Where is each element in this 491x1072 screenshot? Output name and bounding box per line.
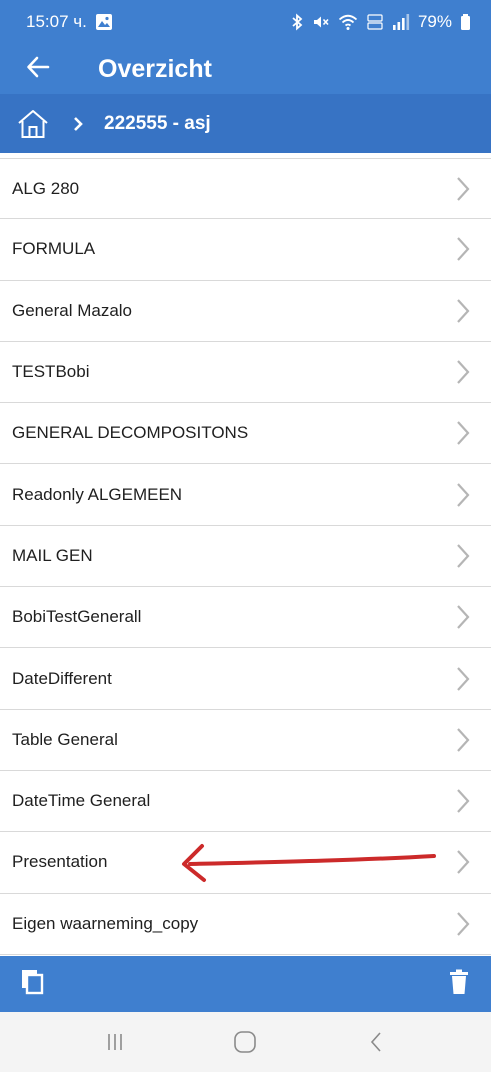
top-header: 15:07 ч. 79% Overzicht: [0, 0, 491, 94]
list-item-label: DateTime General: [12, 791, 151, 811]
breadcrumb-current[interactable]: 222555 - asj: [104, 113, 211, 135]
chevron-right-icon: [453, 174, 473, 204]
list-item-label: General Mazalo: [12, 300, 133, 320]
list-item[interactable]: GENERAL DECOMPOSITONS: [0, 403, 491, 465]
wifi-icon: [338, 13, 358, 31]
list-item-label: Table General: [12, 729, 118, 749]
back-nav-icon[interactable]: [346, 1022, 406, 1062]
breadcrumb: 222555 - asj: [0, 94, 491, 153]
list-item[interactable]: Readonly ALGEMEEN: [0, 464, 491, 526]
chevron-right-icon: [453, 234, 473, 264]
list-item[interactable]: TESTBobi: [0, 342, 491, 404]
arrow-left-icon: [26, 56, 50, 83]
chevron-right-icon: [453, 664, 473, 694]
trash-icon[interactable]: [449, 969, 469, 1000]
recent-apps-icon[interactable]: [85, 1022, 145, 1062]
home-nav-icon[interactable]: [215, 1022, 275, 1062]
app-bar: Overzicht: [0, 44, 491, 94]
list-item-label: GENERAL DECOMPOSITONS: [12, 423, 249, 443]
list-item-label: TESTBobi: [12, 362, 90, 382]
battery-icon: [460, 13, 471, 31]
status-left: 15:07 ч.: [26, 12, 113, 32]
chevron-right-icon: [453, 786, 473, 816]
list-item-label: MAIL GEN: [12, 545, 93, 565]
bottom-action-bar: [0, 956, 491, 1012]
chevron-right-icon: [453, 725, 473, 755]
list-item[interactable]: DateDifferent: [0, 648, 491, 710]
status-right: 79%: [290, 12, 471, 32]
list-item-label: DateDifferent: [12, 668, 112, 688]
chevron-right-icon: [72, 116, 86, 132]
status-bar: 15:07 ч. 79%: [0, 0, 491, 44]
list-item[interactable]: MAIL GEN: [0, 526, 491, 588]
list-item-label: Presentation: [12, 852, 108, 872]
bluetooth-icon: [290, 13, 304, 31]
back-button[interactable]: [0, 44, 76, 94]
copy-icon[interactable]: [20, 968, 46, 1001]
list-item[interactable]: FORMULA: [0, 219, 491, 281]
list-item[interactable]: DateTime General: [0, 771, 491, 833]
list-item-label: FORMULA: [12, 239, 96, 259]
chevron-right-icon: [453, 357, 473, 387]
list-item-label: BobiTestGenerall: [12, 607, 142, 627]
list-item-label: ALG 280: [12, 178, 80, 198]
list-item[interactable]: Table General: [0, 710, 491, 771]
list-item[interactable]: Presentation: [0, 832, 491, 894]
chevron-right-icon: [453, 602, 473, 632]
list-item[interactable]: ALG 280: [0, 158, 491, 220]
list-item[interactable]: Eigen waarneming_copy: [0, 894, 491, 955]
chevron-right-icon: [453, 909, 473, 939]
chevron-right-icon: [453, 296, 473, 326]
list-item-label: Readonly ALGEMEEN: [12, 484, 183, 504]
list-item[interactable]: BobiTestGenerall: [0, 587, 491, 649]
list-item[interactable]: General Mazalo: [0, 281, 491, 342]
mute-icon: [312, 13, 330, 31]
chevron-right-icon: [453, 541, 473, 571]
chevron-right-icon: [453, 847, 473, 877]
system-nav-bar: [0, 1012, 491, 1072]
chevron-right-icon: [453, 418, 473, 448]
status-time: 15:07 ч.: [26, 12, 87, 31]
list-item-label: Eigen waarneming_copy: [12, 913, 199, 933]
image-icon: [95, 13, 113, 31]
volte-icon: [366, 13, 384, 31]
chevron-right-icon: [453, 480, 473, 510]
page-title: Overzicht: [98, 54, 212, 83]
home-icon[interactable]: [16, 107, 50, 141]
signal-icon: [392, 13, 410, 31]
battery-percentage: 79%: [417, 12, 452, 31]
overview-list: ALG 280 FORMULA General Mazalo TESTBobi …: [0, 158, 491, 956]
